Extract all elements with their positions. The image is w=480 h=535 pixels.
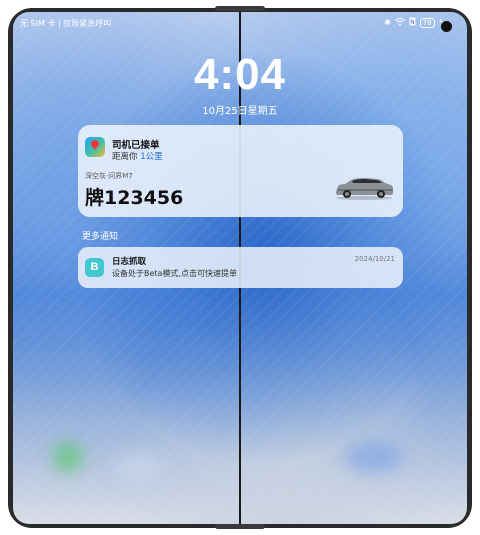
map-app-icon [85,137,105,157]
car-image [336,178,393,200]
distance-prefix: 距离你 [112,152,138,162]
license-plate: 牌123456 [85,187,184,209]
hinge-bottom [215,524,265,529]
log-notification-title: 日志抓取 [112,257,147,267]
location-pin-icon [89,138,101,150]
driver-distance: 距离你 1公里 [112,150,163,162]
bluetooth-icon: ✱ [384,18,391,27]
ride-notification-card[interactable]: 司机已接单 距离你 1公里 深空灰·问界M7 牌123456 [78,125,403,217]
car-model: 深空灰·问界M7 [85,172,133,180]
log-notification-date: 2024/10/21 [354,255,395,263]
notification-title: 司机已接单 [112,140,160,151]
nfc-icon: N [409,17,416,29]
status-icons: ✱ N 78 ϟ [384,17,444,29]
hinge-top [215,6,265,11]
lock-clock: 4:04 [193,50,287,99]
distance-value: 1公里 [140,152,163,162]
front-camera [441,21,452,32]
beta-icon-letter: B [90,261,99,273]
log-notification-card[interactable]: B 日志抓取 2024/10/21 设备处于Beta模式,点击可快速提单 [78,247,403,288]
lock-date: 10月25日星期五 [202,106,278,117]
battery-indicator: 78 [419,18,435,28]
carrier-status: 无 SIM 卡 | 仅限紧急呼叫 [20,19,112,28]
svg-text:N: N [410,19,415,26]
more-notifications-label: 更多通知 [82,232,119,242]
wifi-icon [394,17,406,29]
beta-app-icon: B [85,258,104,277]
log-notification-body: 设备处于Beta模式,点击可快速提单 [112,269,237,278]
